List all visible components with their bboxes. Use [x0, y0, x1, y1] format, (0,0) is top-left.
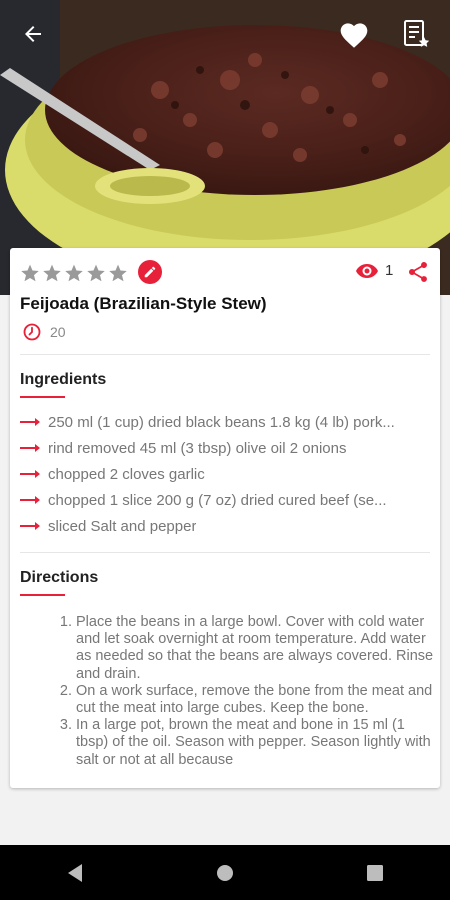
ingredient-text: chopped 2 cloves garlic	[48, 465, 205, 483]
ingredient-item: rind removed 45 ml (3 tbsp) olive oil 2 …	[20, 435, 432, 461]
back-button[interactable]	[13, 14, 53, 54]
arrow-right-icon	[20, 444, 40, 452]
star-icon[interactable]	[86, 263, 106, 283]
cook-time: 20	[22, 322, 66, 342]
ingredients-heading: Ingredients	[20, 371, 107, 388]
direction-step: On a work surface, remove the bone from …	[76, 683, 436, 717]
system-home-button[interactable]	[205, 853, 245, 893]
direction-step: In a large pot, brown the meat and bone …	[76, 717, 436, 769]
ingredient-item: chopped 1 slice 200 g (7 oz) dried cured…	[20, 487, 432, 513]
directions-underline	[20, 594, 65, 596]
direction-step: Place the beans in a large bowl. Cover w…	[76, 614, 436, 683]
share-button[interactable]	[406, 260, 430, 284]
ingredient-item: 250 ml (1 cup) dried black beans 1.8 kg …	[20, 409, 432, 435]
arrow-right-icon	[20, 418, 40, 426]
share-icon	[408, 262, 427, 282]
pencil-icon	[144, 266, 156, 278]
nav-home-icon	[217, 864, 233, 881]
star-icon[interactable]	[20, 263, 40, 283]
arrow-back-icon	[25, 26, 41, 42]
recipe-card: 1 Feijoada (Brazilian-Style Stew) 20 Ing…	[10, 248, 440, 788]
ingredients-underline	[20, 396, 65, 398]
list-star-icon	[404, 20, 430, 47]
ingredients-list: 250 ml (1 cup) dried black beans 1.8 kg …	[20, 409, 432, 539]
cook-time-value: 20	[50, 324, 66, 340]
recipe-title: Feijoada (Brazilian-Style Stew)	[20, 294, 267, 313]
heart-icon	[340, 23, 368, 48]
directions-heading: Directions	[20, 569, 99, 586]
ingredient-item: chopped 2 cloves garlic	[20, 461, 432, 487]
nav-back-icon	[68, 863, 82, 882]
star-rating[interactable]	[20, 262, 130, 284]
star-icon[interactable]	[42, 263, 62, 283]
arrow-right-icon	[20, 496, 40, 504]
directions-list: Place the beans in a large bowl. Cover w…	[56, 614, 436, 769]
divider	[20, 354, 430, 355]
nav-recents-icon	[367, 864, 383, 881]
add-to-list-button[interactable]	[396, 14, 436, 54]
eye-icon	[356, 263, 378, 278]
system-navigation-bar	[0, 845, 450, 900]
ingredient-item: sliced Salt and pepper	[20, 513, 432, 539]
ingredient-text: sliced Salt and pepper	[48, 517, 197, 535]
star-icon[interactable]	[64, 263, 84, 283]
favorite-button[interactable]	[334, 14, 374, 54]
arrow-right-icon	[20, 470, 40, 478]
view-count-value: 1	[385, 262, 394, 279]
edit-rating-button[interactable]	[138, 260, 162, 284]
star-icon[interactable]	[108, 263, 128, 283]
ingredient-text: rind removed 45 ml (3 tbsp) olive oil 2 …	[48, 439, 347, 457]
clock-icon	[23, 323, 41, 341]
ingredient-text: 250 ml (1 cup) dried black beans 1.8 kg …	[48, 413, 395, 431]
divider	[20, 552, 430, 553]
system-back-button[interactable]	[55, 853, 95, 893]
ingredient-text: chopped 1 slice 200 g (7 oz) dried cured…	[48, 491, 387, 509]
view-count: 1	[355, 262, 393, 279]
arrow-right-icon	[20, 522, 40, 530]
system-recents-button[interactable]	[355, 853, 395, 893]
